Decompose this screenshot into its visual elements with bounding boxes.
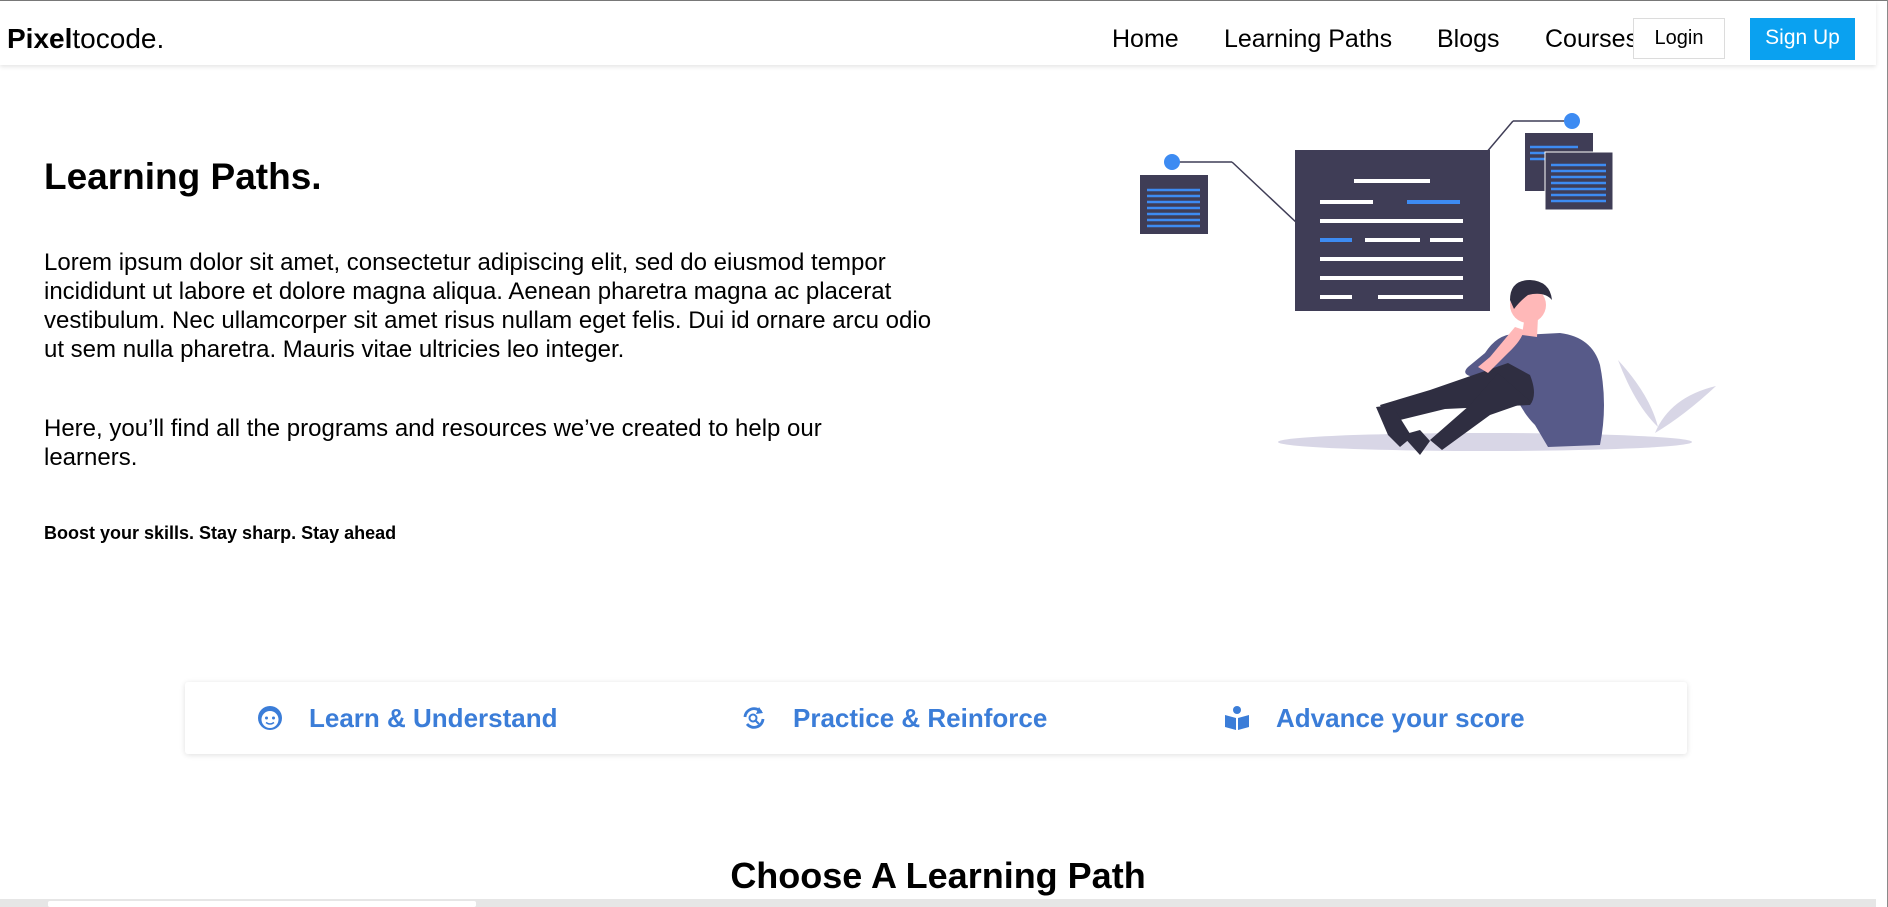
feature-label: Advance your score [1276,702,1525,733]
smile-face-icon [255,703,285,733]
feature-label: Learn & Understand [309,702,558,733]
refresh-search-icon [739,703,769,733]
nav-link-courses[interactable]: Courses [1545,24,1638,54]
navbar: Pixeltocode. Home Learning Paths Blogs C… [0,1,1876,65]
feature-practice-reinforce[interactable]: Practice & Reinforce [739,682,1047,754]
illus-plant-leaf [1655,386,1716,433]
illus-node-dot [1564,113,1580,129]
brand-logo[interactable]: Pixeltocode. [7,22,164,56]
feature-learn-understand[interactable]: Learn & Understand [255,682,558,754]
book-reader-icon [1222,703,1252,733]
illus-main-document [1295,150,1490,311]
feature-label: Practice & Reinforce [793,702,1048,733]
nav-link-learning-paths[interactable]: Learning Paths [1224,24,1392,54]
hero-subtext: Here, you’ll find all the programs and r… [44,415,822,471]
page-title: Learning Paths. [44,156,322,197]
features-bar: Learn & Understand Practice & Reinforce … [185,682,1687,754]
nav-link-home[interactable]: Home [1112,24,1179,54]
hero-tagline: Boost your skills. Stay sharp. Stay ahea… [44,523,397,543]
section-title: Choose A Learning Path [730,855,1146,896]
hero-description: Lorem ipsum dolor sit amet, consectetur … [44,249,932,363]
scrollbar-thumb[interactable] [48,901,476,907]
illus-shadow [1278,433,1692,451]
signup-button[interactable]: Sign Up [1750,18,1855,60]
hero-illustration [1140,113,1716,455]
illus-plant-leaf [1618,360,1658,427]
brand-name-bold: Pixel [7,23,73,54]
feature-advance-score[interactable]: Advance your score [1222,682,1525,754]
nav-link-blogs[interactable]: Blogs [1437,24,1500,54]
login-button[interactable]: Login [1633,18,1725,59]
brand-name-rest: tocode. [72,23,165,54]
illus-node-dot [1164,154,1180,170]
